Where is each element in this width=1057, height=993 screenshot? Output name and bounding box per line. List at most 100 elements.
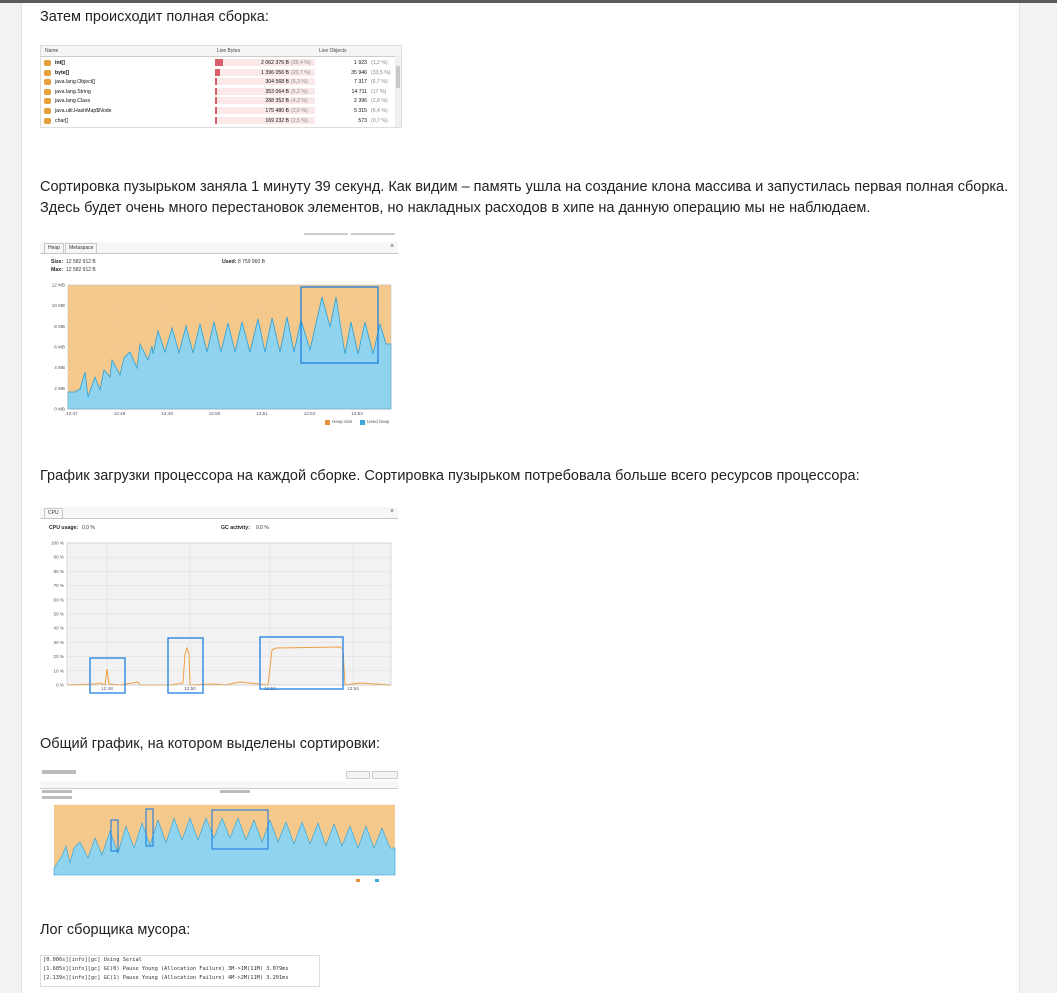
class-icon — [44, 108, 51, 114]
paragraph-bubble-sort: Сортировка пузырьком заняла 1 минуту 39 … — [40, 179, 1009, 195]
class-table-screenshot: Name Live Bytes Live Objects int[] 2 062 … — [40, 45, 402, 128]
paragraph-gc-log: Лог сборщика мусора: — [40, 922, 191, 938]
paragraph-overall: Общий график, на котором выделены сортир… — [40, 736, 381, 752]
y-tick-label: 4 MB — [54, 365, 65, 370]
paragraph-cpu: График загрузки процессора на каждой сбо… — [40, 468, 860, 484]
live-objects-percent: (1,2 %) — [371, 60, 388, 66]
heap-chart: 12 MB 10 MB 8 MB 6 MB 4 MB 2 MB 0 MB12:47 12:48… — [52, 283, 392, 416]
live-objects-value: 1 923 — [354, 60, 367, 66]
live-objects-percent: (6,4 %) — [371, 108, 388, 114]
y-tick-label: 30 % — [54, 640, 64, 645]
y-tick-label: 40 % — [54, 626, 64, 631]
table-row[interactable]: java.lang.String 353 064 B (5,2 %) 14 711 (1… — [41, 87, 393, 97]
y-tick-label: 70 % — [54, 583, 64, 588]
table-row[interactable]: java.lang.Object[] 304 568 B (5,3 %) 7 317 (… — [41, 77, 393, 87]
table-row[interactable]: java.util.HashMap$Node 175 480 B (2,6 %) 5 … — [41, 106, 393, 116]
y-tick-label: 8 MB — [54, 324, 65, 329]
y-tick-label: 12 MB — [52, 283, 65, 288]
live-bytes-value: 175 480 B — [265, 108, 289, 114]
column-header-live-bytes: Live Bytes — [217, 48, 241, 54]
x-tick-label: 12:54 — [347, 686, 359, 691]
live-bytes-value: 169 232 B — [265, 117, 289, 124]
live-bytes-percent: (5,2 %) — [291, 88, 308, 95]
class-icon — [44, 69, 51, 76]
legend-heap-size-swatch — [325, 420, 330, 425]
y-tick-label: 100 % — [51, 541, 64, 546]
live-bytes-percent: (5,3 %) — [291, 79, 308, 86]
live-bytes-value: 353 064 B — [265, 88, 289, 95]
overview-chart-screenshot — [40, 768, 400, 884]
x-tick-label: 12:47 — [66, 411, 78, 416]
table-row[interactable]: java.lang.Class 288 352 B (4,3 %) 2 396 (2,8… — [41, 96, 393, 106]
class-name: int[] — [55, 60, 65, 66]
heap-chart-screenshot: Heap Metaspace × Size: 12 582 912 B Max:… — [40, 232, 400, 428]
column-header-live-objects: Live Objects — [319, 48, 347, 54]
live-bytes-value: 2 062 376 B — [261, 60, 289, 66]
live-bytes-value: 304 568 B — [265, 79, 289, 86]
live-bytes-percent: (2,6 %) — [291, 108, 308, 114]
live-objects-value: 14 711 — [351, 88, 367, 95]
overview-chart — [53, 804, 396, 882]
live-bytes-percent: (2,5 %) — [291, 117, 308, 124]
class-name: java.util.HashMap$Node — [55, 108, 112, 114]
x-tick-label: 12:50 — [209, 411, 221, 416]
x-tick-label: 12:50 — [184, 686, 196, 691]
live-objects-value: 5 315 — [354, 108, 367, 114]
cpu-chart: 100 % 90 % 80 % 70 % 60 % 50 % 40 % 30 % 20 % 10 … — [51, 541, 392, 694]
class-icon — [44, 79, 51, 86]
live-objects-value: 2 396 — [354, 98, 367, 105]
bytes-bar — [215, 59, 223, 66]
bytes-bar — [215, 78, 217, 86]
live-objects-percent: (33,5 %) — [371, 69, 391, 76]
x-tick-label: 12:49 — [161, 411, 173, 416]
class-icon — [44, 98, 51, 105]
class-name: java.lang.Object[] — [55, 79, 96, 86]
live-objects-value: 573 — [358, 117, 367, 124]
live-objects-value: 35 946 — [351, 69, 367, 76]
class-name: java.lang.String — [55, 88, 91, 95]
y-tick-label: 2 MB — [54, 386, 65, 391]
paragraph-full-gc: Затем происходит полная сборка: — [40, 9, 269, 25]
column-header-name: Name — [45, 48, 59, 54]
log-line: [2.139s][info][gc] GC(1) Pause Young (Al… — [43, 975, 289, 981]
y-tick-label: 10 % — [54, 668, 64, 673]
bytes-bar — [215, 87, 217, 95]
cpu-chart-screenshot: CPU × CPU usage: 0,0 % GC activity: 0,0 … — [40, 507, 400, 699]
legend-heap-size-swatch — [356, 879, 360, 882]
legend-heap-size: Heap size — [332, 419, 353, 424]
legend-used-heap-swatch — [360, 420, 365, 425]
class-name: java.lang.Class — [55, 98, 91, 105]
y-tick-label: 20 % — [54, 654, 64, 659]
table-row[interactable]: int[] 2 062 376 B (36,4 %) 1 923 (1,2 %) — [41, 58, 393, 68]
live-objects-percent: (2,8 %) — [371, 98, 388, 105]
legend-used-heap-swatch — [375, 879, 379, 882]
class-name: char[] — [55, 117, 68, 124]
gc-log-screenshot: [0.006s][info][gc] Using Serial [1.605s]… — [40, 955, 320, 987]
live-objects-percent: (0,7 %) — [371, 117, 388, 124]
table-row[interactable]: byte[] 1 396 056 B (20,7 %) 35 946 (33,5 %) — [41, 68, 393, 78]
live-bytes-percent: (4,3 %) — [291, 98, 308, 105]
y-tick-label: 90 % — [54, 555, 64, 560]
y-tick-label: 10 MB — [52, 303, 65, 308]
live-bytes-value: 1 396 056 B — [261, 69, 289, 76]
live-bytes-value: 288 352 B — [265, 98, 289, 105]
table-scrollbar — [395, 56, 401, 127]
y-tick-label: 6 MB — [54, 345, 65, 350]
x-tick-label: 12:48 — [114, 411, 126, 416]
legend-used-heap: Used heap — [367, 419, 390, 424]
bytes-bar — [215, 97, 217, 105]
live-bytes-percent: (36,4 %) — [291, 60, 311, 66]
bytes-bar — [215, 107, 217, 114]
y-tick-label: 0 % — [56, 683, 64, 688]
class-icon — [44, 88, 51, 95]
class-name: byte[] — [55, 69, 70, 76]
paragraph-bubble-sort-2: Здесь будет очень много перестановок эле… — [40, 200, 871, 216]
y-tick-label: 50 % — [54, 612, 64, 617]
log-line: [1.605s][info][gc] GC(0) Pause Young (Al… — [43, 966, 289, 972]
x-tick-label: 12:53 — [351, 411, 363, 416]
live-objects-percent: (6,7 %) — [371, 79, 388, 86]
x-tick-label: 12:48 — [101, 686, 113, 691]
table-row[interactable]: char[] 169 232 B (2,5 %) 573 (0,7 %) — [41, 116, 393, 126]
bytes-bar — [215, 116, 217, 124]
y-tick-label: 80 % — [54, 569, 64, 574]
